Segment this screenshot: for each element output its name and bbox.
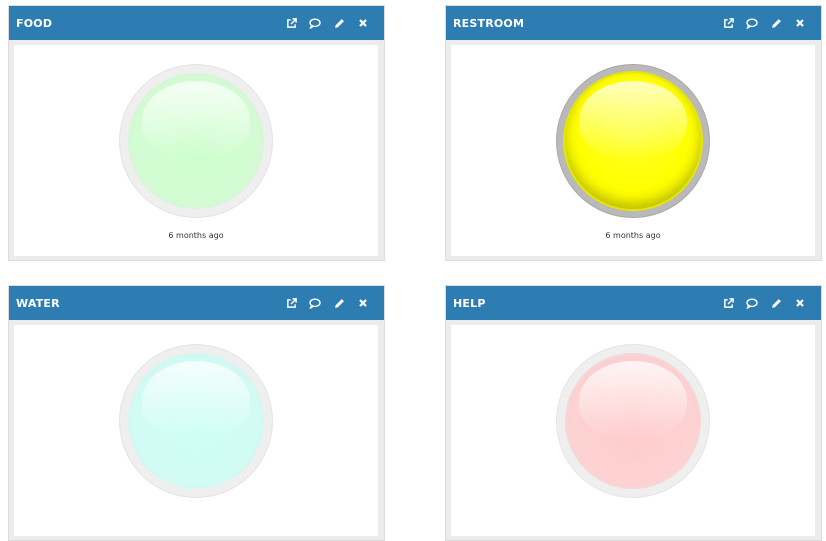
external-link-icon[interactable] <box>716 13 740 33</box>
status-lamp[interactable] <box>119 64 273 218</box>
widget-restroom: RESTROOM 6 months ago <box>445 5 822 261</box>
widget-water: WATER <box>8 285 385 541</box>
widget-toolbar <box>716 13 821 33</box>
status-lamp[interactable] <box>119 344 273 498</box>
widget-help: HELP <box>445 285 822 541</box>
widget-body: 6 months ago <box>451 45 815 256</box>
widget-body <box>14 325 378 536</box>
widget-header: HELP <box>446 286 821 320</box>
lamp-face <box>565 73 701 209</box>
pencil-icon[interactable] <box>764 293 788 313</box>
pencil-icon[interactable] <box>764 13 788 33</box>
widget-header: FOOD <box>9 6 384 40</box>
close-icon[interactable] <box>351 13 375 33</box>
lamp-face <box>565 353 701 489</box>
widget-food: FOOD 6 months ago <box>8 5 385 261</box>
comment-icon[interactable] <box>303 13 327 33</box>
comment-icon[interactable] <box>740 293 764 313</box>
lamp-face <box>128 73 264 209</box>
external-link-icon[interactable] <box>716 293 740 313</box>
widget-title: HELP <box>453 296 486 310</box>
comment-icon[interactable] <box>740 13 764 33</box>
widget-header: RESTROOM <box>446 6 821 40</box>
last-updated-text: 6 months ago <box>168 231 224 240</box>
pencil-icon[interactable] <box>327 293 351 313</box>
close-icon[interactable] <box>351 293 375 313</box>
last-updated-text: 6 months ago <box>605 231 661 240</box>
widget-title: FOOD <box>16 16 53 30</box>
status-lamp[interactable] <box>556 64 710 218</box>
close-icon[interactable] <box>788 293 812 313</box>
widget-header: WATER <box>9 286 384 320</box>
widget-title: WATER <box>16 296 60 310</box>
widget-body: 6 months ago <box>14 45 378 256</box>
comment-icon[interactable] <box>303 293 327 313</box>
external-link-icon[interactable] <box>279 13 303 33</box>
external-link-icon[interactable] <box>279 293 303 313</box>
widget-title: RESTROOM <box>453 16 525 30</box>
close-icon[interactable] <box>788 13 812 33</box>
widget-toolbar <box>279 13 384 33</box>
pencil-icon[interactable] <box>327 13 351 33</box>
widget-toolbar <box>716 293 821 313</box>
widget-toolbar <box>279 293 384 313</box>
widget-body <box>451 325 815 536</box>
status-lamp[interactable] <box>556 344 710 498</box>
lamp-face <box>128 353 264 489</box>
